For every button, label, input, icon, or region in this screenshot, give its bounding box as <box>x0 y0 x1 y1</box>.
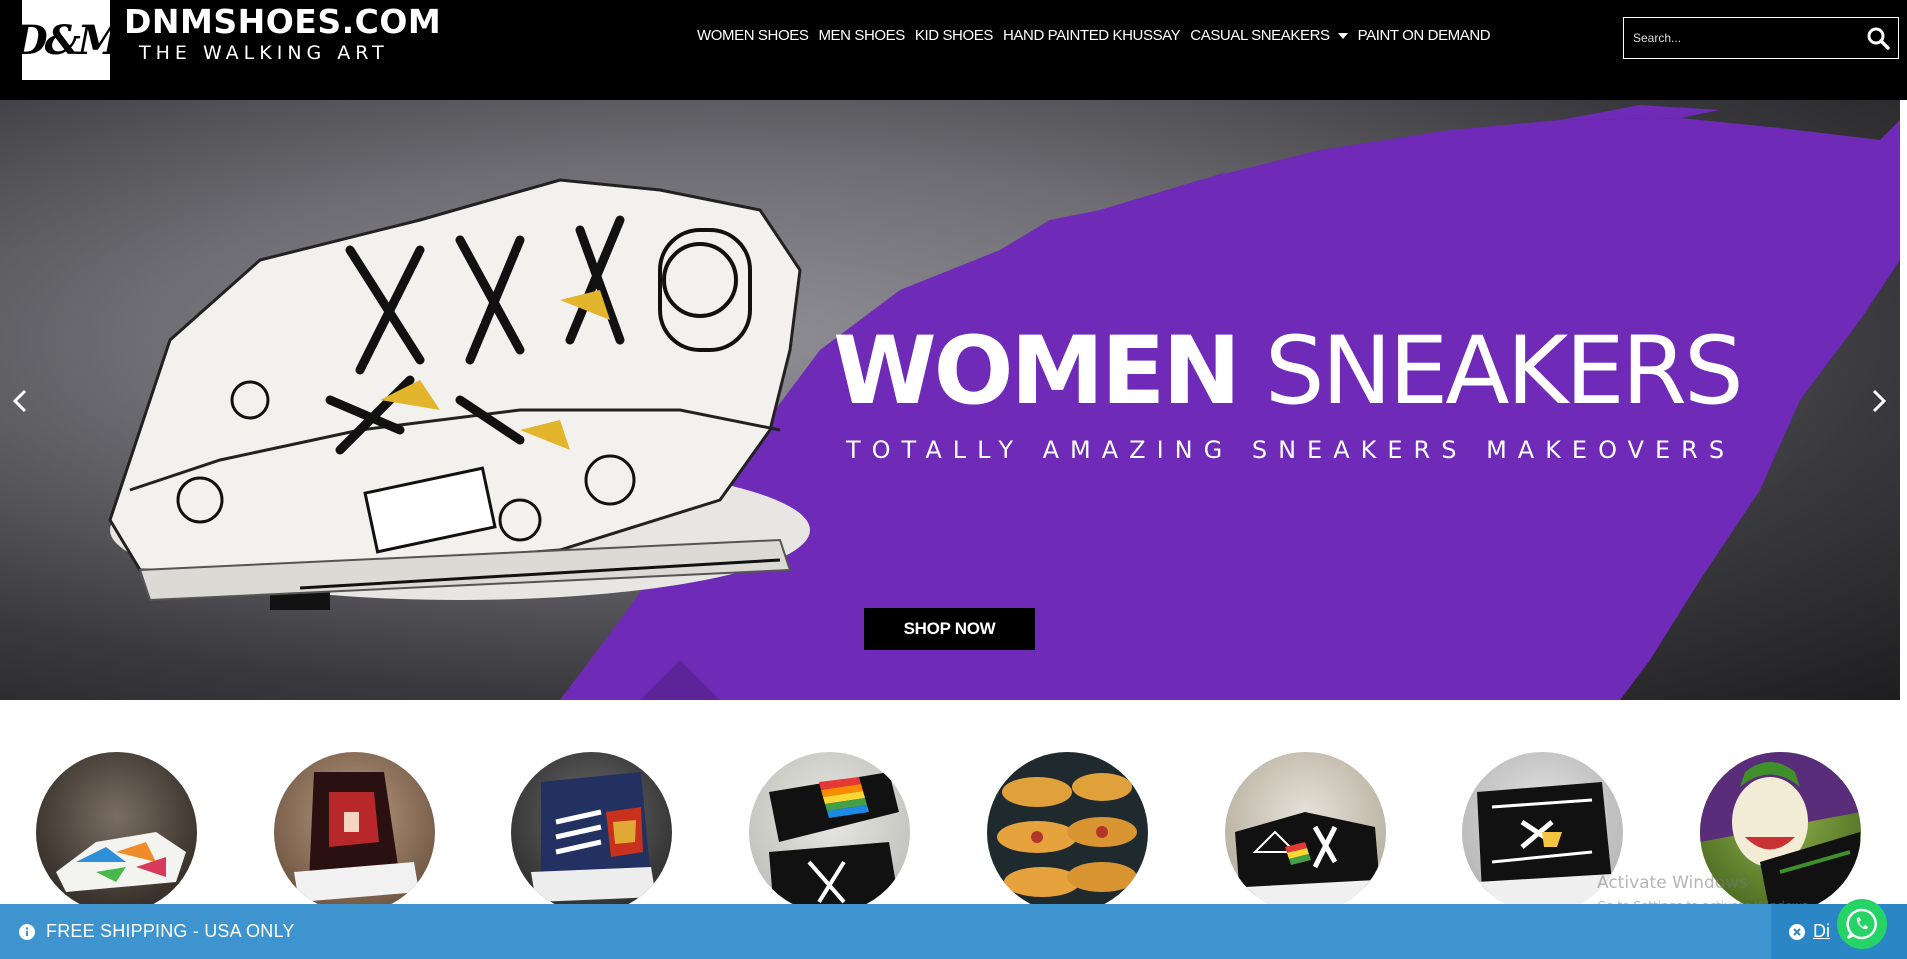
category-ironman-sneakers[interactable] <box>511 752 672 913</box>
category-anime-sneakers[interactable] <box>274 752 435 913</box>
chevron-down-icon[interactable] <box>1337 32 1348 39</box>
chevron-left-icon[interactable] <box>8 386 32 416</box>
search-icon[interactable] <box>1866 26 1890 50</box>
site-header: D&M DNMSHOES.COM THE WALKING ART WOMEN S… <box>0 0 1907 100</box>
info-icon <box>19 924 35 940</box>
shipping-notice-text: FREE SHIPPING - USA ONLY <box>46 921 295 941</box>
chevron-right-icon[interactable] <box>1867 386 1891 416</box>
nav-item-men-shoes[interactable]: MEN SHOES <box>818 27 905 44</box>
nav-item-kid-shoes[interactable]: KID SHOES <box>915 27 993 44</box>
site-tagline: THE WALKING ART <box>139 42 389 64</box>
nav-item-hand-painted-khussay[interactable]: HAND PAINTED KHUSSAY <box>1003 27 1181 44</box>
nav-item-women-shoes[interactable]: WOMEN SHOES <box>697 27 809 44</box>
windows-watermark-title: Activate Windows <box>1597 873 1748 893</box>
whatsapp-icon <box>1846 908 1877 940</box>
sneaker-image <box>108 178 810 610</box>
search-input[interactable] <box>1624 18 1849 58</box>
main-nav: WOMEN SHOES MEN SHOES KID SHOES HAND PAI… <box>697 27 1491 44</box>
category-rainbow-slip-ons[interactable] <box>749 752 910 913</box>
dismiss-label[interactable]: Di <box>1813 921 1830 942</box>
hero-title-light: SNEAKERS <box>1264 317 1744 426</box>
logo-initials: D&M <box>12 16 122 64</box>
nav-item-casual-sneakers[interactable]: CASUAL SNEAKERS <box>1190 27 1348 44</box>
search-box <box>1623 17 1899 59</box>
category-graffiti-sneakers[interactable] <box>36 752 197 913</box>
category-khussay[interactable] <box>987 752 1148 913</box>
hero-title-bold: WOMEN <box>833 317 1241 426</box>
hero-slider: WOMEN SNEAKERS TOTALLY AMAZING SNEAKERS … <box>0 100 1900 700</box>
logo-mark[interactable]: D&M <box>13 0 122 80</box>
category-pink-floyd-sneakers[interactable] <box>1225 752 1386 913</box>
nav-item-paint-on-demand[interactable]: PAINT ON DEMAND <box>1358 27 1491 44</box>
site-name[interactable]: DNMSHOES.COM <box>124 2 441 41</box>
hero-subtitle: TOTALLY AMAZING SNEAKERS MAKEOVERS <box>846 436 1736 464</box>
whatsapp-chat-button[interactable] <box>1837 899 1887 949</box>
shipping-notice-bar: FREE SHIPPING - USA ONLY <box>0 904 1907 959</box>
close-icon[interactable] <box>1789 923 1805 940</box>
shop-now-button[interactable]: SHOP NOW <box>864 608 1035 650</box>
hero-title: WOMEN SNEAKERS <box>833 325 1744 419</box>
